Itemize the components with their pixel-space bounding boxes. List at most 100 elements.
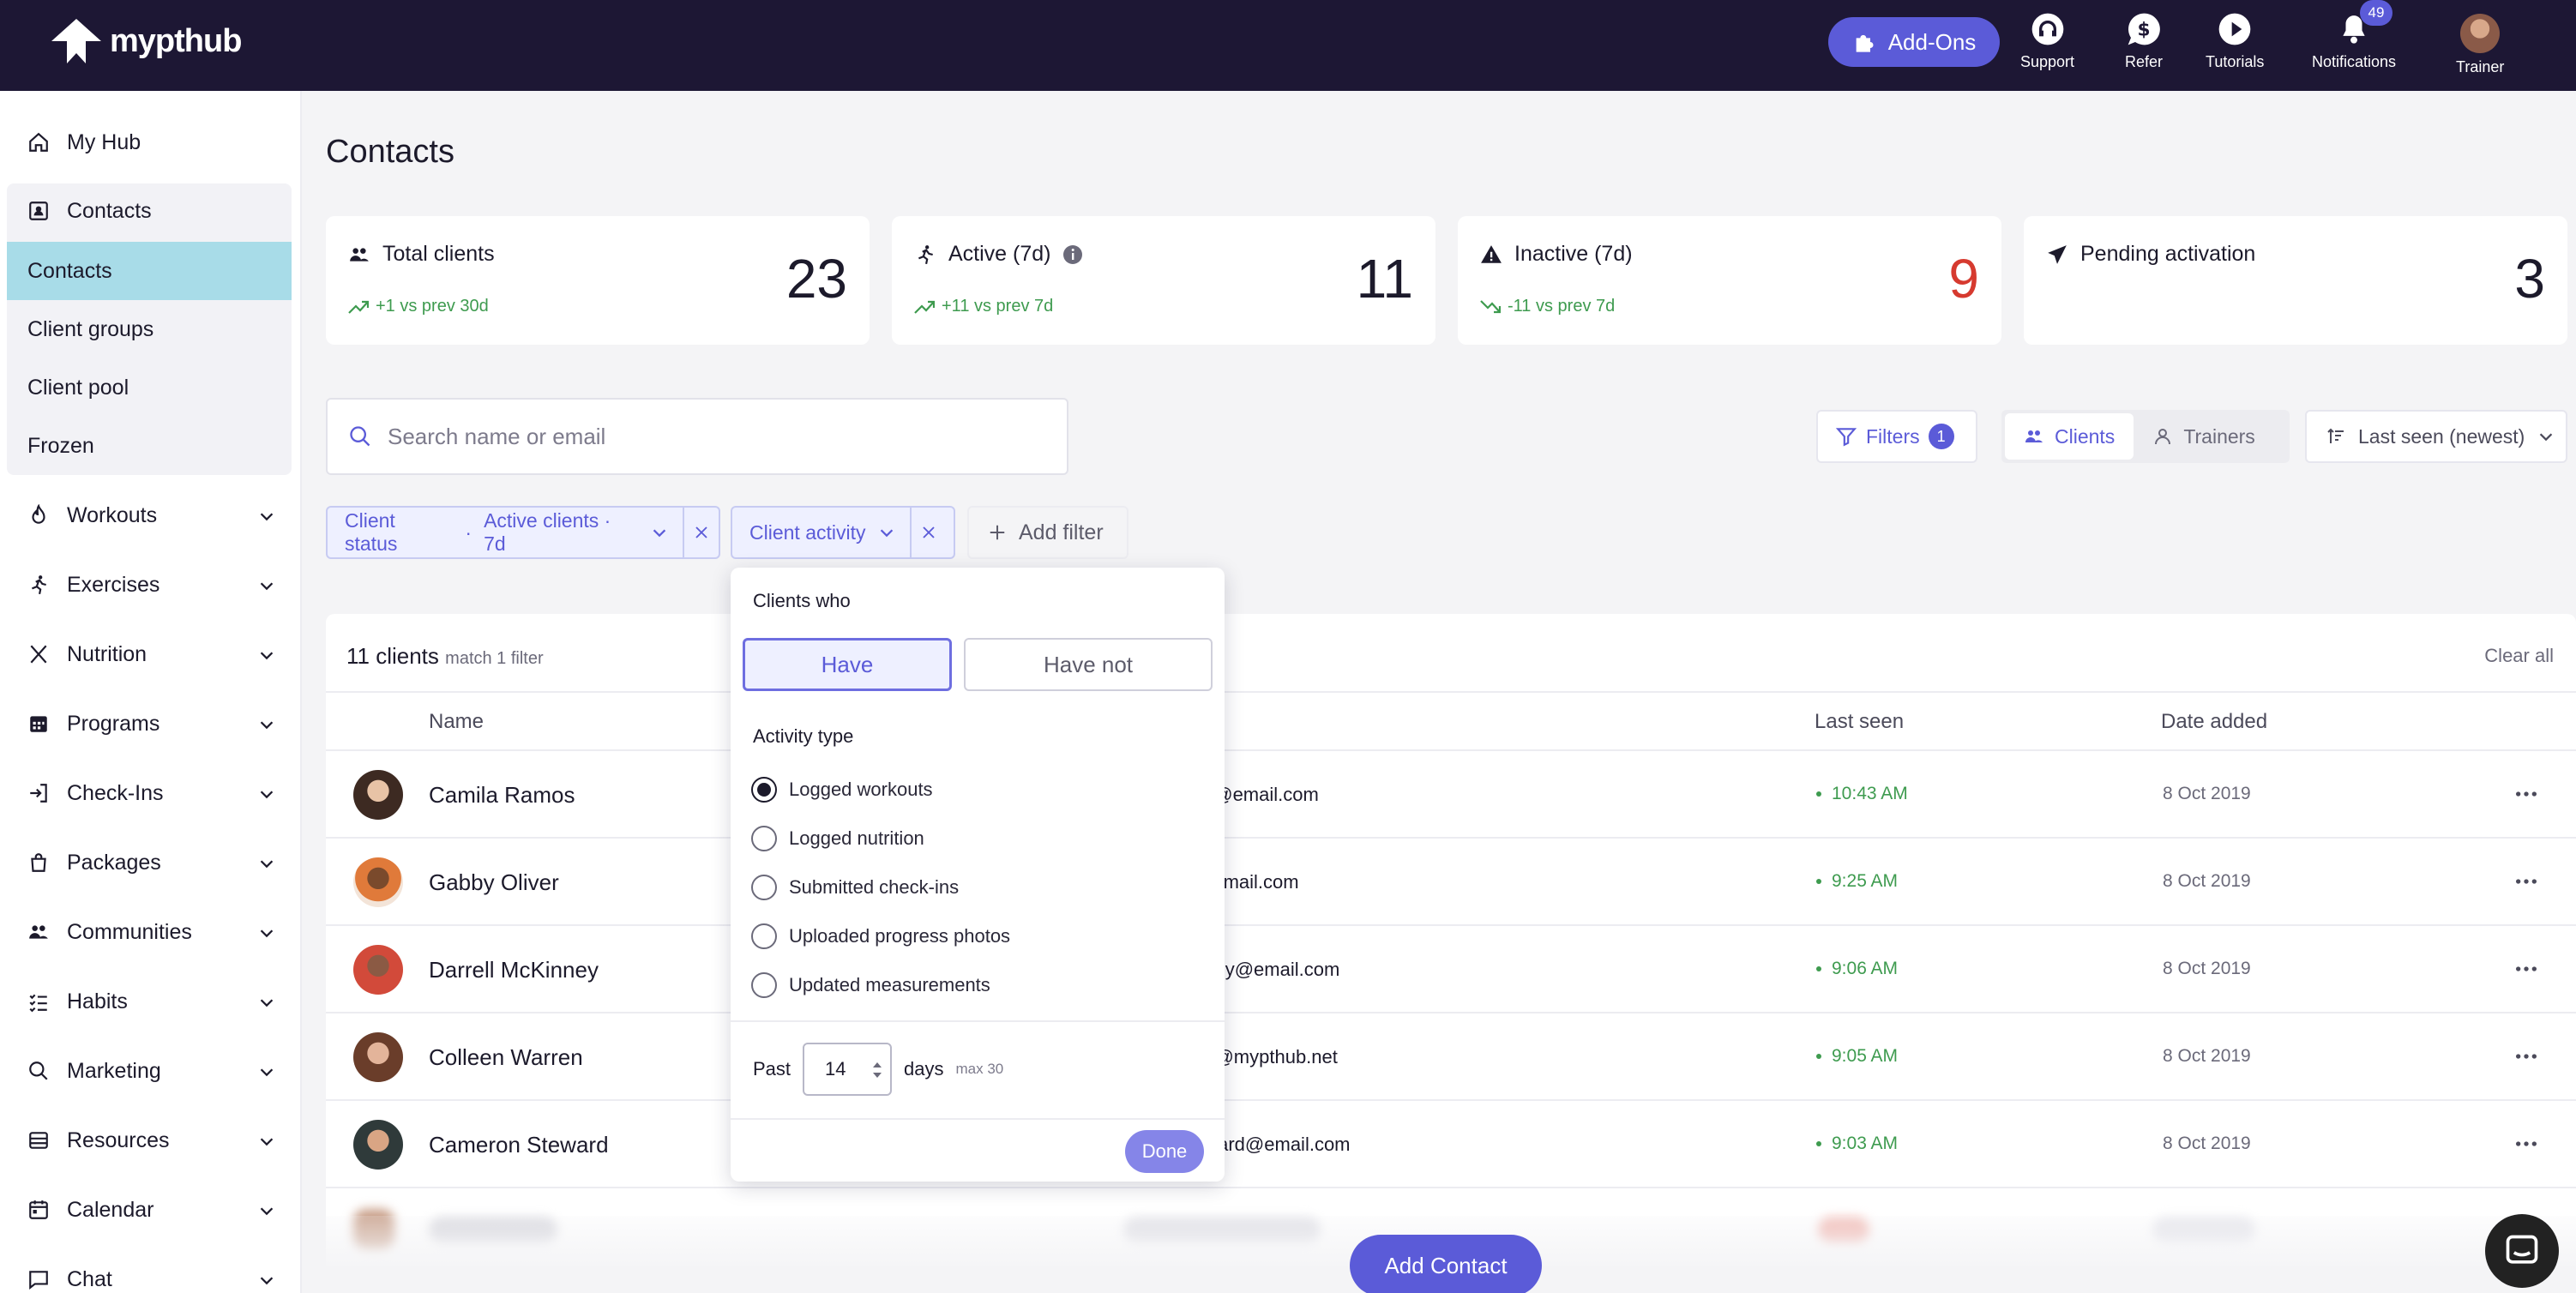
clients-toggle[interactable]: Clients	[2005, 413, 2134, 460]
sidebar-item-packages[interactable]: Packages	[27, 837, 276, 888]
stat-delta: +1 vs prev 30d	[376, 297, 489, 316]
svg-text:$: $	[2137, 20, 2150, 41]
more-options-icon[interactable]	[2513, 955, 2540, 983]
sidebar-item-marketing[interactable]: Marketing	[27, 1045, 276, 1097]
activity-option-logged-nutrition[interactable]: Logged nutrition	[751, 826, 924, 851]
add-contact-button[interactable]: Add Contact	[1350, 1235, 1542, 1293]
running-icon	[918, 244, 933, 264]
last-seen: 10:43 AM	[1816, 784, 1908, 804]
stat-label: Total clients	[382, 242, 495, 266]
search-input[interactable]: Search name or email	[326, 398, 1068, 475]
radio-button-selected[interactable]	[751, 777, 777, 803]
info-icon[interactable]	[1062, 244, 1083, 265]
sidebar-sub-frozen[interactable]: Frozen	[7, 417, 292, 475]
client-name[interactable]: Camila Ramos	[429, 782, 575, 809]
radio-button[interactable]	[751, 875, 777, 900]
sidebar-sub-client-pool[interactable]: Client pool	[7, 358, 292, 417]
addons-button[interactable]: Add-Ons	[1828, 17, 2000, 67]
sidebar-item-label: Contacts	[67, 198, 152, 223]
client-status-chip[interactable]: Client status · Active clients · 7d	[326, 506, 720, 559]
chevron-down-icon	[260, 513, 274, 521]
sidebar-item-nutrition[interactable]: Nutrition	[27, 628, 276, 680]
sidebar-item-resources[interactable]: Resources	[27, 1115, 276, 1166]
have-not-option-button[interactable]: Have not	[964, 638, 1213, 691]
sidebar-item-contacts-group[interactable]: Contacts	[27, 185, 276, 237]
sidebar-sub-contacts[interactable]: Contacts	[7, 242, 292, 300]
activity-option-submitted-check-ins[interactable]: Submitted check-ins	[751, 875, 959, 900]
table-row[interactable]: Darrell McKinney nney@email.com 9:06 AM …	[326, 926, 2576, 1013]
table-row[interactable]: Camila Ramos os@email.com 10:43 AM 8 Oct…	[326, 751, 2576, 839]
client-name[interactable]: Colleen Warren	[429, 1044, 583, 1071]
stepper-arrows-icon[interactable]	[871, 1060, 883, 1080]
remove-filter-button[interactable]	[683, 508, 719, 557]
activity-option-logged-workouts[interactable]: Logged workouts	[751, 777, 933, 803]
stat-value: 3	[2514, 248, 2545, 310]
client-name[interactable]: Gabby Oliver	[429, 869, 559, 896]
chat-icon	[29, 1271, 48, 1290]
puzzle-icon	[1856, 34, 1874, 52]
notifications-label: Notifications	[2312, 53, 2397, 70]
more-options-icon[interactable]	[2513, 780, 2540, 808]
sidebar-item-label: Exercises	[67, 572, 160, 597]
bag-icon	[31, 853, 46, 872]
search-chart-icon	[29, 1061, 48, 1080]
table-row[interactable]: Gabby Oliver @email.com 9:25 AM 8 Oct 20…	[326, 839, 2576, 926]
column-header-date-added[interactable]: Date added	[2161, 710, 2267, 734]
sidebar-item-calendar[interactable]: Calendar	[27, 1184, 276, 1236]
trainer-nav[interactable]: Trainer	[2456, 14, 2504, 76]
refer-nav[interactable]: $ Refer	[2125, 10, 2163, 71]
sidebar-item-my-hub[interactable]: My Hub	[27, 117, 276, 168]
activity-option-updated-measurements[interactable]: Updated measurements	[751, 972, 990, 998]
client-name[interactable]: Darrell McKinney	[429, 957, 599, 983]
more-options-icon[interactable]	[2513, 1130, 2540, 1158]
logo-text: mypthub	[110, 22, 242, 59]
mypthub-logo[interactable]: mypthub	[51, 19, 242, 63]
support-nav[interactable]: Support	[2020, 10, 2074, 71]
sort-dropdown[interactable]: Last seen (newest)	[2305, 410, 2567, 463]
sidebar-item-chat[interactable]: Chat	[27, 1254, 276, 1293]
radio-button[interactable]	[751, 972, 777, 998]
tutorials-nav[interactable]: Tutorials	[2206, 10, 2264, 71]
more-options-icon[interactable]	[2513, 868, 2540, 895]
notifications-badge: 49	[2360, 0, 2392, 26]
stat-label: Inactive (7d)	[1514, 242, 1633, 266]
sidebar-sub-client-groups[interactable]: Client groups	[7, 300, 292, 358]
sidebar-item-label: Habits	[67, 989, 128, 1013]
sidebar-item-label: Communities	[67, 919, 192, 944]
clear-all-link[interactable]: Clear all	[2484, 645, 2554, 667]
client-count: 11 clients match 1 filter	[346, 643, 544, 670]
filters-button[interactable]: Filters 1	[1816, 410, 1977, 463]
done-button[interactable]: Done	[1125, 1130, 1204, 1173]
more-options-icon[interactable]	[2513, 1043, 2540, 1070]
days-number-input[interactable]: 14	[803, 1043, 893, 1096]
column-header-last-seen[interactable]: Last seen	[1815, 710, 1904, 734]
search-placeholder: Search name or email	[388, 423, 606, 449]
option-label: Submitted check-ins	[789, 876, 960, 898]
sidebar-item-check-ins[interactable]: Check-Ins	[27, 767, 276, 819]
radio-button[interactable]	[751, 923, 777, 949]
chat-launcher-button[interactable]	[2485, 1214, 2559, 1288]
sidebar-item-habits[interactable]: Habits	[27, 976, 276, 1027]
table-row[interactable]: Cameron Steward eward@email.com 9:03 AM …	[326, 1101, 2576, 1188]
activity-option-uploaded-progress-photos[interactable]: Uploaded progress photos	[751, 923, 1010, 949]
sidebar-item-programs[interactable]: Programs	[27, 698, 276, 749]
stat-label: Pending activation	[2080, 242, 2256, 266]
have-option-button[interactable]: Have	[743, 638, 952, 691]
trainers-toggle[interactable]: Trainers	[2134, 413, 2274, 460]
sidebar-item-label: My Hub	[67, 129, 141, 154]
sidebar-item-label: Calendar	[67, 1197, 154, 1222]
table-row[interactable]: Colleen Warren en@mypthub.net 9:05 AM 8 …	[326, 1013, 2576, 1101]
remove-filter-button[interactable]	[910, 508, 946, 557]
sidebar-item-label: Nutrition	[67, 641, 147, 666]
client-name[interactable]: Cameron Steward	[429, 1132, 609, 1158]
trainers-toggle-label: Trainers	[2183, 424, 2255, 448]
sidebar-item-label: Programs	[67, 711, 160, 736]
sidebar-item-communities[interactable]: Communities	[27, 906, 276, 958]
radio-button[interactable]	[751, 826, 777, 851]
sidebar-item-exercises[interactable]: Exercises	[27, 559, 276, 610]
client-activity-chip[interactable]: Client activity	[731, 506, 955, 559]
support-label: Support	[2020, 53, 2075, 70]
column-header-name[interactable]: Name	[429, 710, 484, 734]
add-filter-button[interactable]: Add filter	[967, 506, 1129, 559]
sidebar-item-workouts[interactable]: Workouts	[27, 490, 276, 541]
